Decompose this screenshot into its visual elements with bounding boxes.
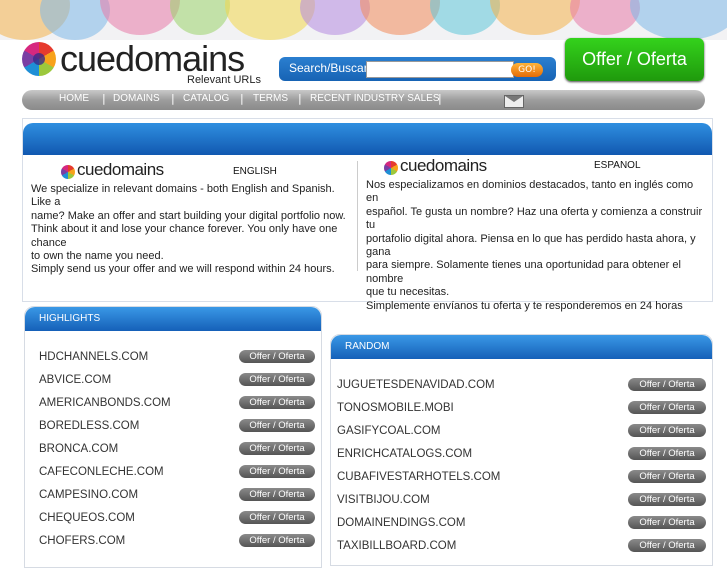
site-logo[interactable]: cuedomains Relevant URLs (22, 38, 262, 88)
mini-logo: cuedomains (384, 156, 506, 179)
intro-spanish: cuedomains ESPANOL Nos especializamos en… (357, 156, 703, 312)
search-input[interactable] (366, 61, 514, 78)
nav-separator: | (171, 92, 175, 105)
domain-link[interactable]: BRONCA.COM (39, 443, 118, 455)
domain-link[interactable]: CAMPESINO.COM (39, 489, 138, 501)
nav-separator: | (102, 92, 106, 105)
domain-link[interactable]: TAXIBILLBOARD.COM (337, 540, 456, 552)
lang-label-english: ENGLISH (233, 166, 277, 177)
random-header: RANDOM (331, 335, 712, 359)
list-item: CHOFERS.COM Offer / Oferta (25, 532, 321, 555)
highlights-panel: HIGHLIGHTS HDCHANNELS.COM Offer / Oferta … (24, 306, 322, 568)
offer-button[interactable]: Offer / Oferta (239, 488, 315, 501)
nav-domains[interactable]: DOMAINS (113, 93, 160, 104)
nav-terms[interactable]: TERMS (253, 93, 288, 104)
offer-button[interactable]: Offer / Oferta (239, 350, 315, 363)
offer-button[interactable]: Offer / Oferta (628, 539, 706, 552)
domain-link[interactable]: AMERICANBONDS.COM (39, 397, 171, 409)
list-item: CUBAFIVESTARHOTELS.COM Offer / Oferta (331, 468, 712, 491)
envelope-icon[interactable] (504, 95, 524, 108)
offer-button[interactable]: Offer / Oferta (628, 401, 706, 414)
offer-button[interactable]: Offer / Oferta (628, 378, 706, 391)
header-background-bokeh (0, 0, 727, 40)
search-go-button[interactable]: GO! (511, 63, 543, 77)
search-label: Search/Buscar (289, 61, 368, 75)
list-item: AMERICANBONDS.COM Offer / Oferta (25, 394, 321, 417)
lang-label-spanish: ESPANOL (594, 160, 641, 171)
list-item: CHEQUEOS.COM Offer / Oferta (25, 509, 321, 532)
intro-header-bar (23, 123, 712, 155)
offer-button[interactable]: Offer / Oferta (239, 465, 315, 478)
domain-link[interactable]: CUBAFIVESTARHOTELS.COM (337, 471, 500, 483)
list-item: TONOSMOBILE.MOBI Offer / Oferta (331, 399, 712, 422)
list-item: BOREDLESS.COM Offer / Oferta (25, 417, 321, 440)
nav-recent-sales[interactable]: RECENT INDUSTRY SALES (310, 93, 439, 104)
offer-button[interactable]: Offer / Oferta (628, 493, 706, 506)
color-wheel-icon (384, 161, 398, 175)
domain-link[interactable]: GASIFYCOAL.COM (337, 425, 441, 437)
domain-link[interactable]: CAFECONLECHE.COM (39, 466, 164, 478)
list-item: CAFECONLECHE.COM Offer / Oferta (25, 463, 321, 486)
domain-link[interactable]: TONOSMOBILE.MOBI (337, 402, 454, 414)
nav-separator: | (438, 92, 442, 105)
offer-button[interactable]: Offer / Oferta (239, 373, 315, 386)
domain-link[interactable]: HDCHANNELS.COM (39, 351, 148, 363)
color-wheel-icon (61, 165, 75, 179)
domain-link[interactable]: VISITBIJOU.COM (337, 494, 430, 506)
mini-logo: cuedomains (61, 160, 183, 183)
make-offer-button[interactable]: Offer / Oferta (565, 38, 704, 81)
offer-button[interactable]: Offer / Oferta (239, 419, 315, 432)
random-panel: RANDOM JUGUETESDENAVIDAD.COM Offer / Ofer… (330, 334, 713, 566)
domain-link[interactable]: BOREDLESS.COM (39, 420, 139, 432)
list-item: VISITBIJOU.COM Offer / Oferta (331, 491, 712, 514)
domain-link[interactable]: DOMAINENDINGS.COM (337, 517, 465, 529)
nav-separator: | (298, 92, 302, 105)
offer-button[interactable]: Offer / Oferta (628, 424, 706, 437)
intro-text-english: We specialize in relevant domains - both… (31, 183, 346, 276)
offer-button[interactable]: Offer / Oferta (628, 470, 706, 483)
offer-button[interactable]: Offer / Oferta (239, 442, 315, 455)
offer-button[interactable]: Offer / Oferta (239, 534, 315, 547)
list-item: ABVICE.COM Offer / Oferta (25, 371, 321, 394)
offer-button[interactable]: Offer / Oferta (628, 516, 706, 529)
domain-link[interactable]: CHEQUEOS.COM (39, 512, 135, 524)
list-item: ENRICHCATALOGS.COM Offer / Oferta (331, 445, 712, 468)
logo-tagline: Relevant URLs (187, 74, 261, 86)
nav-home[interactable]: HOME (59, 93, 89, 104)
highlights-header: HIGHLIGHTS (25, 307, 321, 331)
offer-button[interactable]: Offer / Oferta (628, 447, 706, 460)
list-item: GASIFYCOAL.COM Offer / Oferta (331, 422, 712, 445)
offer-button[interactable]: Offer / Oferta (239, 396, 315, 409)
list-item: TAXIBILLBOARD.COM Offer / Oferta (331, 537, 712, 560)
list-item: DOMAINENDINGS.COM Offer / Oferta (331, 514, 712, 537)
domain-link[interactable]: CHOFERS.COM (39, 535, 125, 547)
offer-button[interactable]: Offer / Oferta (239, 511, 315, 524)
domain-link[interactable]: ABVICE.COM (39, 374, 111, 386)
main-nav: HOME | DOMAINS | CATALOG | TERMS | RECEN… (22, 90, 705, 110)
search-bar: Search/Buscar GO! (279, 57, 556, 81)
intro-section: cuedomains ENGLISH We specialize in rele… (22, 118, 713, 312)
domain-link[interactable]: ENRICHCATALOGS.COM (337, 448, 472, 460)
intro-text-spanish: Nos especializamos en dominios destacado… (366, 179, 703, 312)
color-wheel-icon (22, 42, 56, 76)
intro-english: cuedomains ENGLISH We specialize in rele… (31, 160, 346, 275)
list-item: HDCHANNELS.COM Offer / Oferta (25, 348, 321, 371)
list-item: CAMPESINO.COM Offer / Oferta (25, 486, 321, 509)
nav-separator: | (240, 92, 244, 105)
domain-link[interactable]: JUGUETESDENAVIDAD.COM (337, 379, 495, 391)
list-item: BRONCA.COM Offer / Oferta (25, 440, 321, 463)
list-item: JUGUETESDENAVIDAD.COM Offer / Oferta (331, 376, 712, 399)
nav-catalog[interactable]: CATALOG (183, 93, 229, 104)
